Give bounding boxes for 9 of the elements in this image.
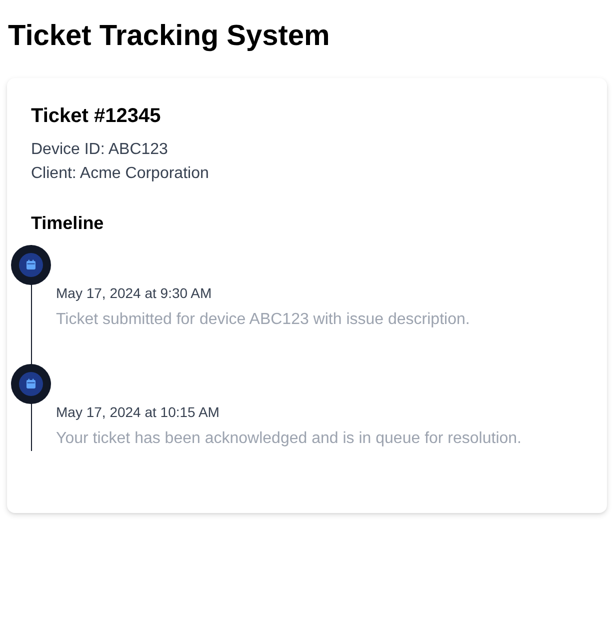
ticket-detail: Device ID: ABC123	[31, 140, 169, 160]
event-description: Ticket submitted for device ABC123 with issue description.	[56, 310, 471, 330]
page-title: Ticket Tracking System	[8, 19, 331, 54]
ticket-title: Ticket #12345	[31, 104, 162, 129]
timeline-heading: Timeline	[31, 212, 105, 235]
event-date: May 17, 2024 at 10:15 AM	[56, 403, 220, 422]
event-description: Your ticket has been acknowledged and is in queue for resolution.	[56, 429, 522, 449]
ticket-detail: Client: Acme Corporation	[31, 164, 210, 184]
event-date: May 17, 2024 at 9:30 AM	[56, 284, 213, 303]
